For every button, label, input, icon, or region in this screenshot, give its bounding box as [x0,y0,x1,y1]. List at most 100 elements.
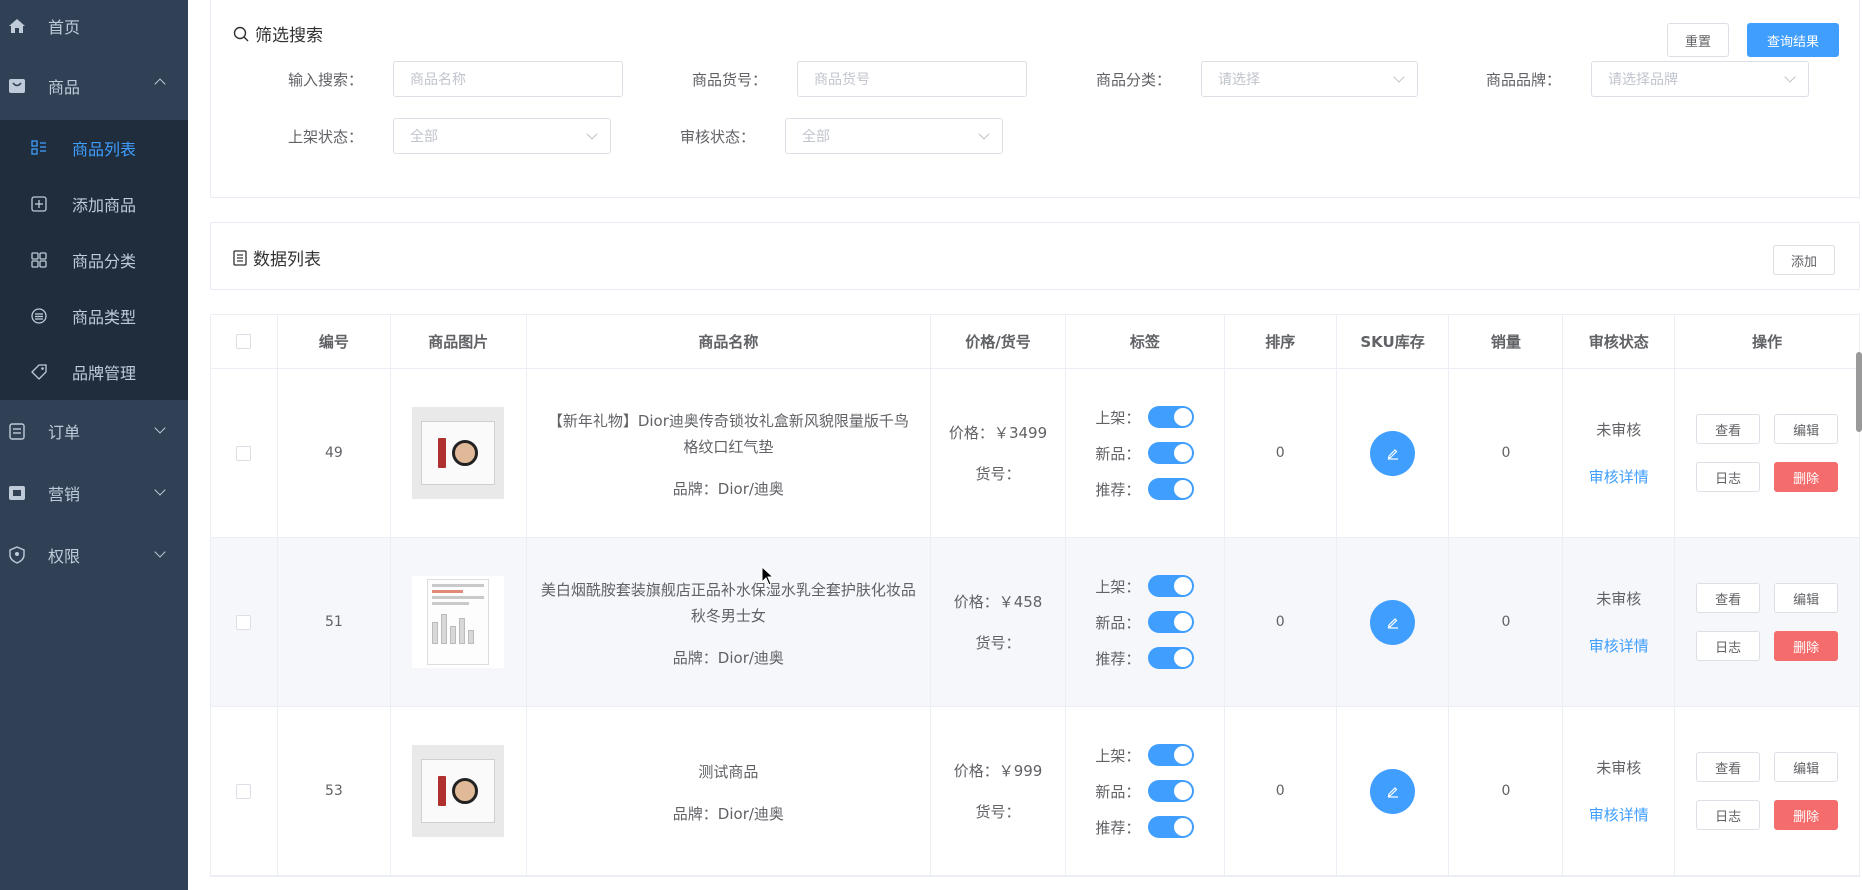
shelf-status-select[interactable]: 全部 [393,118,611,154]
row-checkbox[interactable] [236,783,252,799]
audit-detail-link[interactable]: 审核详情 [1589,635,1649,656]
sidebar-item-type[interactable]: 商品类型 [0,288,188,344]
edit-button[interactable]: 编辑 [1774,752,1839,782]
header-ops: 操作 [1752,333,1783,351]
sidebar-item-order[interactable]: 订单 [0,400,188,462]
sidebar-item-label: 商品列表 [72,140,137,159]
delete-button[interactable]: 删除 [1774,800,1839,830]
header-select-all [211,315,278,368]
product-price: 价格：￥3499 [948,424,1048,442]
row-checkbox[interactable] [236,445,252,461]
view-button[interactable]: 查看 [1696,752,1761,782]
reset-button[interactable]: 重置 [1667,23,1729,57]
recommend-switch[interactable] [1148,478,1195,500]
select-all-checkbox[interactable] [236,334,252,349]
product-code: 货号： [975,465,1021,483]
edit-button[interactable]: 编辑 [1774,583,1839,613]
shelf-status-label: 上架状态： [287,128,363,146]
chevron-down-icon [154,422,166,434]
recommend-switch[interactable] [1148,816,1195,838]
audit-status-select[interactable]: 全部 [785,118,1003,154]
sidebar-item-goods-list[interactable]: 商品列表 [0,120,188,176]
product-id: 49 [278,369,391,537]
scrollbar-thumb[interactable] [1856,352,1862,432]
new-switch[interactable] [1148,780,1195,802]
add-icon [30,195,48,213]
header-name: 商品名称 [527,315,932,368]
sku-edit-button[interactable] [1370,430,1416,476]
new-switch[interactable] [1148,611,1195,633]
sidebar-item-label: 首页 [48,18,81,37]
product-image [412,576,505,668]
audit-status: 未审核 [1596,759,1642,777]
header-id: 编号 [278,315,391,368]
log-button[interactable]: 日志 [1696,800,1761,830]
sidebar-item-permission[interactable]: 权限 [0,524,188,586]
query-button[interactable]: 查询结果 [1747,23,1839,57]
delete-button[interactable]: 删除 [1774,462,1839,492]
sidebar-item-goods[interactable]: 商品 [0,52,188,120]
new-switch[interactable] [1148,442,1195,464]
sidebar-item-home[interactable]: 首页 [0,0,188,52]
product-table: 编号 商品图片 商品名称 价格/货号 标签 排序 SKU库存 销量 审核状态 操… [210,314,1860,877]
audit-detail-link[interactable]: 审核详情 [1589,466,1649,487]
edit-icon [1387,787,1398,798]
product-sort: 0 [1225,538,1337,706]
chevron-down-icon [1393,71,1405,83]
row-checkbox[interactable] [236,614,252,630]
sidebar-item-label: 品牌管理 [72,364,137,383]
sidebar-item-brand[interactable]: 品牌管理 [0,344,188,400]
product-brand: 品牌：Dior/迪奥 [672,479,784,498]
sku-edit-button[interactable] [1370,599,1416,645]
sidebar-item-add-goods[interactable]: 添加商品 [0,176,188,232]
sidebar: 首页 商品 商品列表 添加商品 商品分类 商品类型 品牌管理 订单 营销 权限 [0,0,188,890]
edit-button[interactable]: 编辑 [1774,414,1839,444]
tag-label-on-shelf: 上架： [1095,577,1141,596]
goods-icon [8,77,26,95]
category-select[interactable]: 请选择 [1201,61,1418,97]
view-button[interactable]: 查看 [1696,414,1761,444]
delete-button[interactable]: 删除 [1774,631,1839,661]
category-icon [30,251,48,269]
header-price: 价格/货号 [931,315,1066,368]
chevron-down-icon [154,484,166,496]
filter-title: 筛选搜索 [233,21,323,46]
product-name: 【新年礼物】Dior迪奥传奇锁妆礼盒新风貌限量版千鸟格纹口红气垫 [547,411,909,456]
add-button[interactable]: 添加 [1773,245,1835,275]
header-sort: 排序 [1225,315,1337,368]
sidebar-item-label: 订单 [48,423,81,442]
mouse-cursor-icon [761,566,775,586]
product-price: 价格：￥458 [953,593,1043,611]
audit-status: 未审核 [1596,590,1642,608]
log-button[interactable]: 日志 [1696,631,1761,661]
log-button[interactable]: 日志 [1696,462,1761,492]
brand-select[interactable]: 请选择品牌 [1591,61,1809,97]
sku-edit-button[interactable] [1370,768,1416,814]
search-input[interactable]: 商品名称 [393,61,623,97]
product-code: 货号： [975,634,1021,652]
tag-label-recommend: 推荐： [1095,649,1141,668]
product-code-input[interactable]: 商品货号 [797,61,1027,97]
tag-label-new: 新品： [1095,782,1141,801]
audit-status: 未审核 [1596,421,1642,439]
product-sales: 0 [1449,369,1564,537]
tag-label-on-shelf: 上架： [1095,746,1141,765]
view-button[interactable]: 查看 [1696,583,1761,613]
sidebar-item-category[interactable]: 商品分类 [0,232,188,288]
product-sales: 0 [1449,538,1564,706]
tag-label-new: 新品： [1095,444,1141,463]
header-sku: SKU库存 [1337,315,1450,368]
product-price: 价格：￥999 [953,762,1043,780]
table-row: 51 美白烟酰胺套装旗舰店正品补水保湿水乳全套护肤化妆品秋冬男士女 品牌：Dio… [211,538,1859,707]
tag-label-on-shelf: 上架： [1095,408,1141,427]
audit-detail-link[interactable]: 审核详情 [1589,804,1649,825]
sidebar-item-marketing[interactable]: 营销 [0,462,188,524]
product-id: 51 [278,538,391,706]
product-sort: 0 [1225,369,1337,537]
recommend-switch[interactable] [1148,647,1195,669]
on-shelf-switch[interactable] [1148,575,1195,597]
product-sales: 0 [1449,707,1564,875]
on-shelf-switch[interactable] [1148,744,1195,766]
sidebar-item-label: 添加商品 [72,196,137,215]
on-shelf-switch[interactable] [1148,406,1195,428]
